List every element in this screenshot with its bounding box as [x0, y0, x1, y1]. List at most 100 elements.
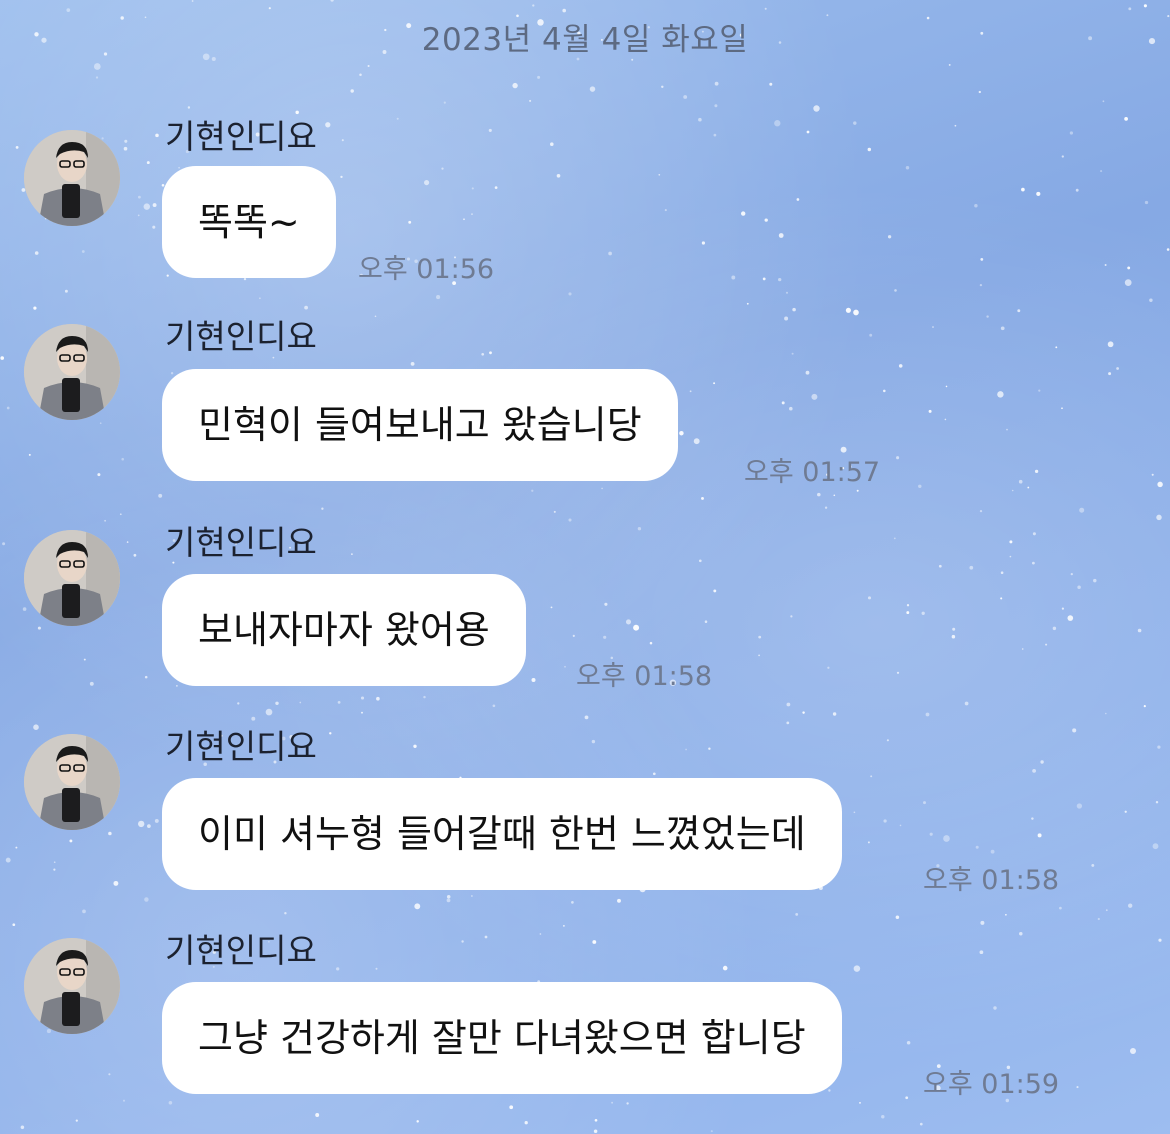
- sparkle-dot: [1144, 200, 1149, 205]
- message-bubble[interactable]: 그냥 건강하게 잘만 다녀왔으면 합니당: [162, 982, 842, 1094]
- sparkle-dot: [979, 950, 984, 955]
- sparkle-dot: [22, 607, 27, 611]
- avatar[interactable]: [24, 530, 120, 626]
- sparkle-dot: [762, 277, 766, 281]
- sparkle-dot: [97, 473, 101, 477]
- sparkle-dot: [1040, 760, 1044, 764]
- sparkle-dot: [1091, 863, 1095, 867]
- sparkle-dot: [887, 235, 892, 239]
- sparkle-dot: [539, 933, 542, 935]
- sparkle-dot: [905, 166, 910, 170]
- sparkle-dot: [905, 1096, 909, 1100]
- sparkle-dot: [896, 671, 900, 674]
- sparkle-dot: [95, 76, 99, 79]
- sparkle-dot: [784, 316, 789, 321]
- sparkle-dot: [664, 209, 667, 212]
- sparkle-dot: [802, 711, 805, 714]
- sparkle-dot: [919, 1122, 923, 1126]
- message-timestamp: 오후 01:58: [576, 661, 713, 692]
- sparkle-dot: [1137, 628, 1142, 633]
- profile-photo-icon: [24, 734, 120, 830]
- sparkle-dot: [123, 146, 128, 151]
- profile-photo-icon: [24, 530, 120, 626]
- sparkle-dot: [489, 351, 492, 355]
- sparkle-dot: [708, 747, 711, 750]
- sparkle-dot: [1143, 705, 1146, 708]
- sparkle-dot: [1149, 298, 1153, 302]
- sparkle-dot: [359, 73, 362, 77]
- sparkle-dot: [943, 835, 950, 842]
- sparkle-dot: [46, 1029, 51, 1034]
- sparkle-dot: [832, 712, 837, 716]
- sparkle-dot: [649, 641, 653, 645]
- sparkle-dot: [89, 681, 94, 686]
- sparkle-dot: [805, 370, 810, 375]
- sparkle-dot: [15, 145, 19, 149]
- sparkle-dot: [1093, 578, 1097, 583]
- sparkle-dot: [1102, 100, 1105, 103]
- sparkle-dot: [856, 489, 859, 492]
- sparkle-dot: [275, 701, 279, 706]
- sparkle-dot: [414, 903, 421, 910]
- sparkle-dot: [975, 845, 979, 849]
- sparkle-dot: [652, 772, 656, 776]
- sparkle-dot: [1116, 367, 1119, 370]
- sparkle-dot: [853, 965, 861, 972]
- sparkle-dot: [69, 839, 73, 843]
- sparkle-dot: [20, 1125, 25, 1130]
- message-bubble[interactable]: 보내자마자 왔어용: [162, 574, 526, 686]
- sparkle-dot: [568, 518, 572, 522]
- sparkle-dot: [896, 456, 900, 460]
- message-timestamp: 오후 01:59: [923, 1069, 1060, 1100]
- sparkle-dot: [416, 1120, 419, 1123]
- sparkle-dot: [923, 801, 926, 805]
- sparkle-dot: [133, 553, 137, 557]
- sparkle-dot: [895, 915, 900, 919]
- sparkle-dot: [679, 430, 684, 436]
- sparkle-dot: [158, 493, 163, 498]
- sparkle-dot: [360, 696, 365, 700]
- sparkle-dot: [1038, 389, 1041, 392]
- sparkle-dot: [979, 283, 983, 287]
- sparkle-dot: [1108, 372, 1112, 376]
- sparkle-dot: [1155, 800, 1159, 804]
- sparkle-dot: [1067, 615, 1074, 621]
- sparkle-dot: [701, 496, 704, 500]
- message-bubble[interactable]: 똑똑~: [162, 166, 336, 278]
- sparkle-dot: [461, 940, 464, 943]
- sparkle-dot: [1032, 561, 1035, 565]
- sparkle-dot: [1000, 571, 1004, 574]
- sparkle-dot: [413, 744, 417, 748]
- sparkle-dot: [1021, 187, 1025, 192]
- message-bubble[interactable]: 민혁이 들여보내고 왔습니당: [162, 369, 678, 481]
- sparkle-dot: [713, 382, 716, 385]
- sparkle-dot: [108, 1073, 111, 1076]
- sparkle-dot: [170, 372, 174, 375]
- sparkle-dot: [28, 453, 31, 456]
- sender-name: 기현인디요: [165, 727, 317, 766]
- avatar[interactable]: [24, 938, 120, 1034]
- avatar[interactable]: [24, 130, 120, 226]
- sparkle-dot: [997, 391, 1004, 398]
- sparkle-dot: [714, 81, 719, 86]
- message-bubble[interactable]: 이미 셔누형 들어갈때 한번 느꼈었는데: [162, 778, 842, 890]
- sparkle-dot: [704, 620, 708, 623]
- sparkle-dot: [764, 7, 767, 10]
- sparkle-dot: [176, 685, 178, 687]
- sparkle-dot: [441, 167, 444, 170]
- sparkle-dot: [1158, 938, 1162, 942]
- avatar[interactable]: [24, 734, 120, 830]
- sparkle-dot: [1128, 903, 1133, 908]
- sparkle-dot: [881, 1115, 885, 1119]
- sparkle-dot: [592, 940, 597, 944]
- sparkle-dot: [265, 708, 273, 716]
- sparkle-dot: [571, 901, 574, 904]
- avatar[interactable]: [24, 324, 120, 420]
- sparkle-dot: [945, 385, 948, 388]
- sparkle-dot: [617, 898, 621, 903]
- sparkle-dot: [471, 187, 474, 190]
- sparkle-dot: [980, 258, 984, 261]
- sparkle-dot: [471, 213, 473, 215]
- sparkle-dot: [550, 606, 553, 609]
- sparkle-dot: [685, 748, 688, 751]
